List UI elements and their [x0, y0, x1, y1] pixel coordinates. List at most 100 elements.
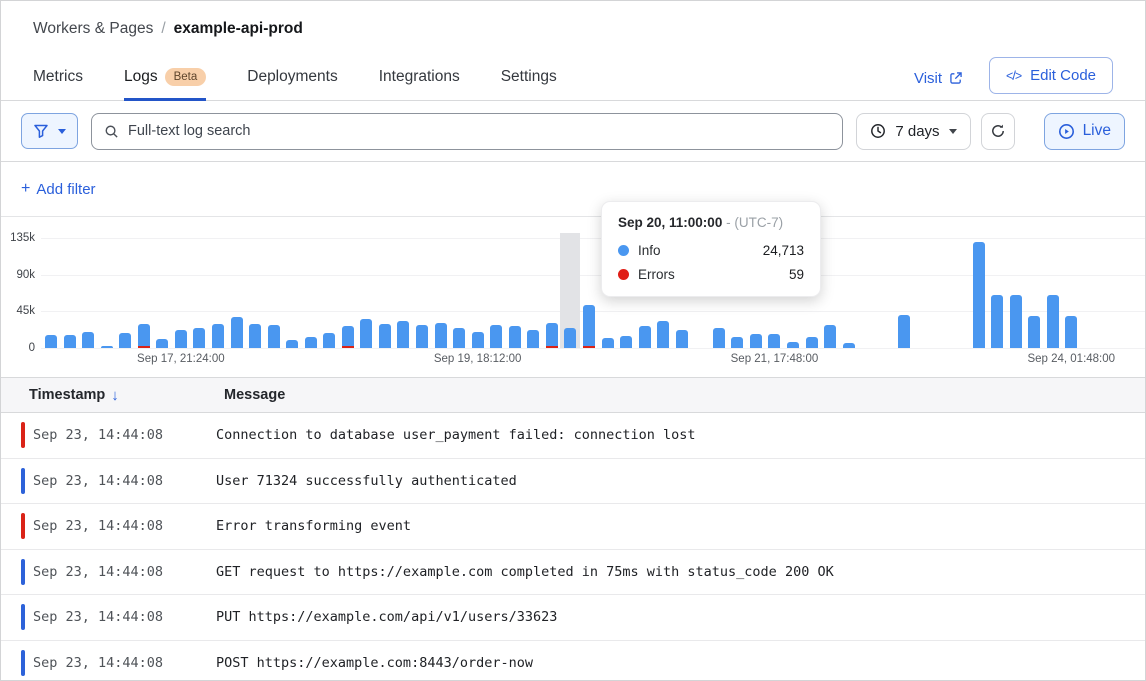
edit-code-button[interactable]: </> Edit Code [989, 57, 1113, 94]
chart-bar[interactable] [991, 295, 1003, 348]
time-range-dropdown[interactable]: 7 days [856, 113, 970, 150]
chart-bar[interactable] [360, 319, 372, 348]
log-volume-chart: Sep 20, 11:00:00 - (UTC-7) Info24,713Err… [1, 217, 1145, 377]
breadcrumb-section[interactable]: Workers & Pages [33, 20, 153, 38]
chart-bar[interactable] [639, 326, 651, 348]
chart-bar[interactable] [546, 323, 558, 348]
chart-bar[interactable] [824, 325, 836, 348]
bar-info-segment [138, 324, 150, 346]
chart-bar[interactable] [768, 334, 780, 348]
chart-bar[interactable] [193, 328, 205, 348]
chart-bar[interactable] [898, 315, 910, 348]
chart-bar[interactable] [527, 330, 539, 348]
add-filter-row: + Add filter [1, 162, 1145, 217]
refresh-button[interactable] [981, 113, 1015, 150]
chart-bar[interactable] [416, 325, 428, 348]
chart-bar[interactable] [1065, 316, 1077, 348]
bar-info-segment [713, 328, 725, 348]
tab-logs[interactable]: LogsBeta [124, 56, 206, 100]
visit-link[interactable]: Visit [914, 70, 963, 87]
chart-bar[interactable] [509, 326, 521, 348]
chart-bar[interactable] [342, 326, 354, 348]
gridline [41, 238, 1145, 239]
tab-integrations[interactable]: Integrations [379, 56, 460, 100]
bar-info-segment [1028, 316, 1040, 348]
chart-bar[interactable] [676, 330, 688, 348]
bar-info-segment [193, 328, 205, 348]
chart-bar[interactable] [731, 337, 743, 348]
log-row[interactable]: Sep 23, 14:44:08GET request to https://e… [1, 550, 1145, 596]
chart-bar[interactable] [212, 324, 224, 348]
chart-bar[interactable] [1047, 295, 1059, 348]
chart-bar[interactable] [1010, 295, 1022, 348]
chart-bar[interactable] [101, 346, 113, 348]
chart-bar[interactable] [564, 328, 576, 348]
chart-bar[interactable] [583, 305, 595, 348]
chart-bar[interactable] [435, 323, 447, 348]
tooltip-series-value: 24,713 [763, 243, 804, 258]
y-axis-tick: 135k [1, 232, 35, 244]
log-row[interactable]: Sep 23, 14:44:08Connection to database u… [1, 413, 1145, 459]
bar-errors-segment [342, 346, 354, 348]
filter-button[interactable] [21, 113, 78, 149]
y-axis-tick: 90k [1, 269, 35, 281]
chart-bar[interactable] [286, 340, 298, 348]
chart-bar[interactable] [750, 334, 762, 348]
chart-bar[interactable] [64, 335, 76, 348]
timestamp-column-header[interactable]: Timestamp ↓ [1, 387, 224, 404]
chart-bar[interactable] [119, 333, 131, 348]
chart-bar[interactable] [397, 321, 409, 348]
log-row[interactable]: Sep 23, 14:44:08Error transforming event [1, 504, 1145, 550]
chart-bar[interactable] [973, 242, 985, 348]
bar-info-segment [416, 325, 428, 348]
chart-bar[interactable] [602, 338, 614, 348]
search-input[interactable] [128, 123, 830, 139]
chart-bar[interactable] [472, 332, 484, 348]
add-filter-button[interactable]: + Add filter [21, 180, 96, 198]
log-row[interactable]: Sep 23, 14:44:08User 71324 successfully … [1, 459, 1145, 505]
log-row[interactable]: Sep 23, 14:44:08PUT https://example.com/… [1, 595, 1145, 641]
log-row[interactable]: Sep 23, 14:44:08POST https://example.com… [1, 641, 1145, 681]
info-dot-icon [618, 245, 629, 256]
chart-bar[interactable] [713, 328, 725, 348]
tooltip-title: Sep 20, 11:00:00 - (UTC-7) [618, 215, 804, 230]
live-button[interactable]: Live [1044, 113, 1125, 150]
chevron-down-icon [949, 129, 957, 134]
chart-bar[interactable] [231, 317, 243, 348]
bar-info-segment [45, 335, 57, 348]
tab-metrics[interactable]: Metrics [33, 56, 83, 100]
chart-bar[interactable] [1028, 316, 1040, 348]
chart-bar[interactable] [787, 342, 799, 348]
bar-info-segment [768, 334, 780, 348]
tab-deployments[interactable]: Deployments [247, 56, 337, 100]
chart-bar[interactable] [175, 330, 187, 348]
bar-info-segment [490, 325, 502, 348]
chart-bar[interactable] [490, 325, 502, 348]
chart-bar[interactable] [305, 337, 317, 348]
chart-bar[interactable] [323, 333, 335, 348]
log-timestamp: Sep 23, 14:44:08 [25, 564, 216, 580]
chart-bar[interactable] [620, 336, 632, 348]
chart-bar[interactable] [379, 324, 391, 348]
tab-label: Logs [124, 68, 158, 86]
bar-info-segment [119, 333, 131, 348]
chart-bar[interactable] [156, 339, 168, 348]
chart-bar[interactable] [45, 335, 57, 348]
chart-bar[interactable] [268, 325, 280, 348]
chart-bar[interactable] [453, 328, 465, 348]
bar-info-segment [787, 342, 799, 348]
log-message: PUT https://example.com/api/v1/users/336… [216, 609, 557, 625]
chart-bar[interactable] [843, 343, 855, 348]
bar-info-segment [101, 346, 113, 348]
visit-label: Visit [914, 70, 942, 87]
tab-actions: Visit </> Edit Code [914, 56, 1113, 100]
chart-bar[interactable] [806, 337, 818, 348]
chart-bar[interactable] [249, 324, 261, 348]
chart-bar[interactable] [82, 332, 94, 348]
add-filter-label: Add filter [36, 181, 95, 198]
tab-settings[interactable]: Settings [501, 56, 557, 100]
chart-bar[interactable] [138, 324, 150, 348]
bar-info-segment [509, 326, 521, 348]
bar-errors-segment [583, 346, 595, 348]
chart-bar[interactable] [657, 321, 669, 348]
